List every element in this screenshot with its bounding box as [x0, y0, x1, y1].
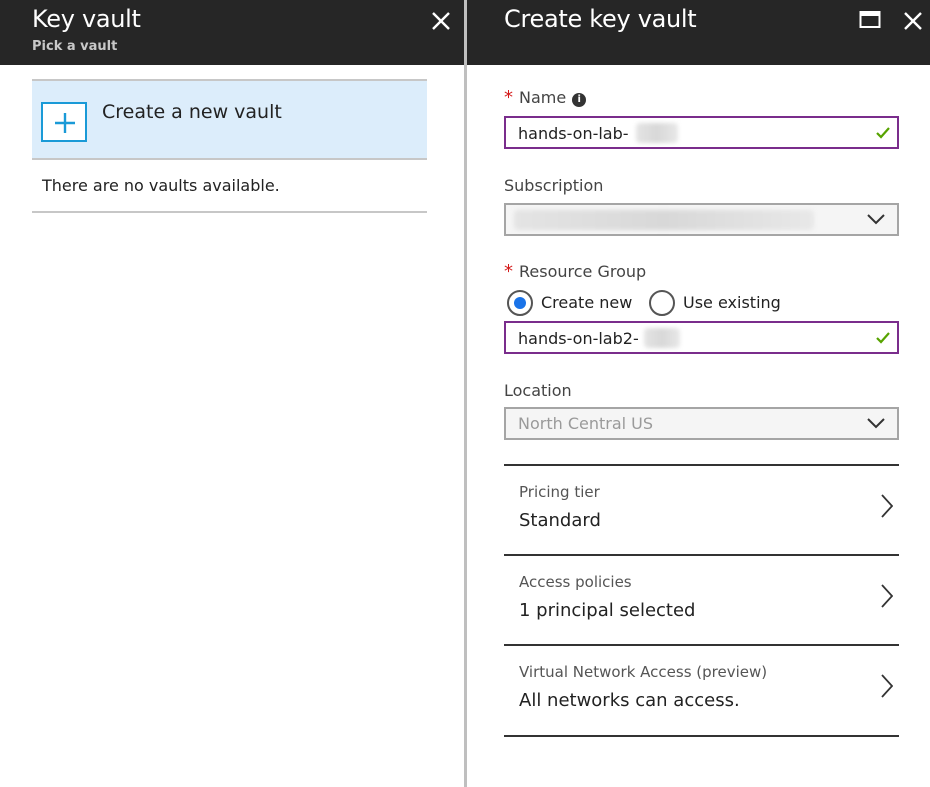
- required-marker: *: [504, 261, 513, 282]
- create-new-radio[interactable]: Create new: [507, 289, 637, 317]
- create-key-vault-blade: Create key vault * Namei Subscription: [467, 0, 930, 787]
- name-label: * Name i: [504, 87, 587, 108]
- redacted-text: [644, 328, 680, 348]
- empty-vaults-message: There are no vaults available.: [42, 176, 280, 195]
- use-existing-label: Use existing: [683, 293, 781, 312]
- chevron-right-icon: [881, 494, 893, 518]
- chevron-right-icon: [881, 584, 893, 608]
- create-key-vault-title: Create key vault: [504, 5, 697, 33]
- access-policies-value: 1 principal selected: [519, 600, 696, 621]
- pricing-tier-item[interactable]: Pricing tier Standard: [504, 464, 899, 554]
- name-field[interactable]: [504, 116, 899, 149]
- maximize-icon: [859, 11, 881, 28]
- resource-group-field[interactable]: [504, 321, 899, 354]
- key-vault-header: Key vault Pick a vault: [0, 0, 465, 65]
- create-new-vault-button[interactable]: Create a new vault: [32, 79, 427, 160]
- name-input[interactable]: [518, 121, 858, 145]
- resource-group-input[interactable]: [518, 326, 858, 350]
- radio-unselected-icon: [649, 290, 675, 316]
- location-dropdown[interactable]: North Central US: [504, 407, 899, 440]
- key-vault-title: Key vault: [32, 5, 141, 33]
- access-policies-label: Access policies: [519, 573, 632, 591]
- valid-check-icon: [876, 127, 890, 139]
- chevron-down-icon: [867, 214, 885, 225]
- valid-check-icon: [876, 332, 890, 344]
- chevron-right-icon: [881, 674, 893, 698]
- subscription-dropdown[interactable]: [504, 203, 899, 236]
- info-icon[interactable]: i: [572, 93, 587, 107]
- radio-selected-icon: [507, 290, 533, 316]
- create-new-vault-label: Create a new vault: [102, 101, 282, 123]
- pricing-tier-label: Pricing tier: [519, 483, 600, 501]
- network-access-label: Virtual Network Access (preview): [519, 663, 768, 681]
- key-vault-blade: Key vault Pick a vault Create a new vaul…: [0, 0, 465, 787]
- create-new-label: Create new: [541, 293, 633, 312]
- list-divider: [32, 211, 427, 213]
- close-key-vault-button[interactable]: [428, 8, 454, 34]
- create-key-vault-header: Create key vault: [467, 0, 930, 65]
- close-icon: [904, 12, 922, 30]
- network-access-value: All networks can access.: [519, 690, 740, 711]
- plus-icon: [55, 113, 75, 133]
- maximize-button[interactable]: [859, 10, 881, 30]
- access-policies-item[interactable]: Access policies 1 principal selected: [504, 554, 899, 644]
- subscription-label: Subscription: [504, 176, 604, 195]
- key-vault-subtitle: Pick a vault: [32, 39, 118, 54]
- use-existing-radio[interactable]: Use existing: [649, 289, 789, 317]
- list-divider: [504, 735, 899, 737]
- name-label-text: Name: [519, 88, 567, 107]
- resource-group-mode: Create new Use existing: [504, 289, 899, 317]
- close-create-key-vault-button[interactable]: [900, 8, 926, 34]
- close-icon: [432, 12, 450, 30]
- resource-group-label: * Resource Group: [504, 261, 646, 282]
- chevron-down-icon: [867, 418, 885, 429]
- redacted-subscription: [514, 210, 814, 230]
- location-value: North Central US: [518, 414, 654, 433]
- network-access-item[interactable]: Virtual Network Access (preview) All net…: [504, 644, 899, 734]
- resource-group-label-text: Resource Group: [519, 262, 647, 281]
- redacted-text: [636, 123, 678, 143]
- required-marker: *: [504, 87, 513, 108]
- plus-icon-box: [41, 102, 87, 142]
- pricing-tier-value: Standard: [519, 510, 601, 531]
- location-label: Location: [504, 381, 572, 400]
